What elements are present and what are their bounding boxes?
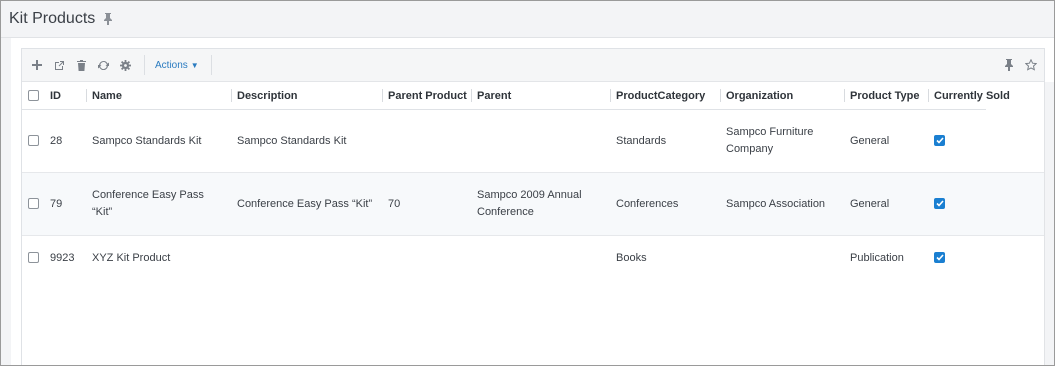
cell-type: General [844,109,928,173]
page-title: Kit Products [9,10,96,27]
checkmark-icon[interactable] [934,197,945,209]
toolbar-divider [210,55,212,75]
open-external-icon[interactable] [48,54,70,76]
cell-category: Conferences [610,172,720,236]
cell-parent: Sampco 2009 Annual Conference [471,172,610,236]
cell-name: Conference Easy Pass “Kit” [86,172,231,236]
table-row[interactable]: 28 Sampco Standards Kit Sampco Standards… [22,109,1044,173]
cell-category: Books [616,251,647,264]
actions-menu-button[interactable]: Actions ▼ [151,60,203,71]
cell-currently-sold [928,109,986,173]
trash-icon[interactable] [70,54,92,76]
toolbar-divider [144,55,145,75]
checkmark-icon[interactable] [934,134,945,146]
add-icon[interactable] [26,54,48,76]
cell-organization: Sampco Association [720,172,844,236]
pin-icon[interactable] [103,13,113,25]
cell-name: XYZ Kit Product [92,251,171,264]
page-header: Kit Products [1,1,1054,38]
select-all-checkbox[interactable] [28,90,39,102]
caret-down-icon: ▼ [190,60,199,70]
pin-icon[interactable] [998,54,1020,76]
cell-id: 28 [44,109,86,173]
grid-right-edge [1044,82,1054,365]
cell-currently-sold [928,236,986,281]
column-header-id[interactable]: ID [44,82,86,110]
content-panel: Actions ▼ ID Name Description Parent Pro… [11,38,1054,365]
column-header-name[interactable]: Name [86,82,231,110]
actions-label: Actions [155,59,188,71]
star-icon[interactable] [1020,54,1042,76]
cell-description [231,236,382,281]
cell-id: 9923 [50,251,75,264]
column-header-parent[interactable]: Parent [471,82,610,110]
cell-organization: Sampco Furniture Company [720,109,844,173]
cell-parent-product [382,109,471,173]
table-row[interactable]: 9923 XYZ Kit Product Books Publication [22,236,1044,281]
cell-id: 79 [44,172,86,236]
row-checkbox[interactable] [28,252,39,264]
column-header-product-type[interactable]: Product Type [844,82,928,110]
gear-icon[interactable] [114,54,136,76]
cell-organization [720,236,844,281]
cell-parent [471,109,610,173]
products-table: ID Name Description Parent Product Paren… [22,82,1044,280]
cell-type: Publication [850,251,904,264]
cell-description: Conference Easy Pass “Kit” [231,172,382,236]
cell-description: Sampco Standards Kit [231,109,382,173]
header-row: ID Name Description Parent Product Paren… [22,82,1044,110]
refresh-icon[interactable] [92,54,114,76]
row-checkbox[interactable] [28,135,39,147]
column-header-organization[interactable]: Organization [720,82,844,110]
select-all-cell [22,82,44,110]
column-header-currently-sold[interactable]: Currently Sold [928,82,1010,110]
column-header-parent-product[interactable]: Parent Product [382,82,471,110]
column-header-product-category[interactable]: ProductCategory [610,82,720,110]
grid-toolbar: Actions ▼ [22,49,1044,82]
checkmark-icon[interactable] [934,251,945,263]
table-row[interactable]: 79 Conference Easy Pass “Kit” Conference… [22,172,1044,236]
cell-parent [471,236,610,281]
column-header-description[interactable]: Description [231,82,382,110]
cell-name: Sampco Standards Kit [86,109,231,173]
cell-currently-sold [928,172,986,236]
cell-parent-product [382,236,471,281]
cell-parent-product: 70 [382,172,471,236]
row-checkbox[interactable] [28,198,39,210]
kit-products-grid: Actions ▼ ID Name Description Parent Pro… [21,48,1045,365]
cell-type: General [844,172,928,236]
cell-category: Standards [610,109,720,173]
